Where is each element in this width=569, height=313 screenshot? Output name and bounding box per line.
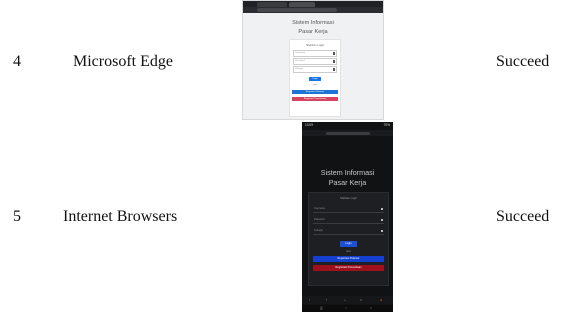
user-icon	[381, 207, 383, 210]
home-button-icon: ○	[345, 306, 347, 310]
battery-level: 70%	[383, 123, 390, 127]
password-field: Password	[293, 58, 337, 65]
user-icon	[381, 229, 383, 232]
system-nav-bar	[302, 305, 393, 312]
test-result: Succeed	[496, 53, 550, 70]
register-seeker-button: Registrasi Pelamar	[292, 90, 338, 94]
mobile-screenshot: 13:09 70% Sistem Informasi Pasar Kerja S…	[302, 122, 393, 312]
back-button-icon: <	[370, 306, 372, 310]
field-placeholder: Password	[314, 218, 325, 221]
row-number: 5	[13, 208, 21, 225]
username-field: Username	[313, 206, 384, 213]
tabs-icon: □	[360, 298, 363, 302]
login-card: Silahkan Login Username Password Sebagai…	[289, 39, 341, 117]
login-card-title: Silahkan Login	[305, 43, 325, 47]
row-number: 4	[13, 53, 21, 70]
or-label: atau	[312, 84, 318, 86]
browser-name: Internet Browsers	[63, 208, 178, 225]
url-field	[326, 131, 370, 135]
back-icon: ‹	[309, 298, 311, 302]
field-placeholder: Sebagai	[314, 229, 323, 232]
password-field: Password	[313, 217, 384, 224]
login-card: Silahkan Login Username Password Sebagai…	[308, 192, 389, 286]
login-button: Login	[340, 241, 357, 247]
field-placeholder: Password	[295, 59, 305, 62]
user-icon	[333, 52, 335, 55]
status-bar: 13:09 70%	[302, 122, 393, 130]
lock-icon	[381, 218, 383, 221]
login-button: Login	[309, 77, 321, 81]
forward-icon: ›	[326, 298, 328, 302]
status-time: 13:09	[305, 123, 313, 127]
field-placeholder: Username	[295, 51, 306, 54]
role-select: Sebagai	[313, 228, 384, 235]
home-icon: ⌂	[344, 298, 347, 302]
page-title: Sistem Informasi	[292, 20, 334, 26]
edge-screenshot: Sistem Informasi Pasar Kerja Silahkan Lo…	[242, 0, 384, 120]
browser-name: Microsoft Edge	[73, 53, 173, 70]
lock-icon	[333, 60, 335, 63]
or-label: atau	[346, 250, 351, 253]
menu-icon: ●	[380, 298, 383, 302]
field-placeholder: Username	[314, 207, 326, 210]
role-select: Sebagai	[293, 66, 337, 73]
field-placeholder: Sebagai	[295, 67, 304, 70]
register-seeker-button: Registrasi Pelamar	[313, 256, 384, 262]
register-company-button: Registrasi Perusahaan	[292, 97, 338, 101]
user-icon	[333, 68, 335, 71]
recents-icon: |||	[320, 306, 323, 310]
page-subtitle: Pasar Kerja	[298, 29, 328, 35]
test-result: Succeed	[496, 208, 550, 225]
page-subtitle: Pasar Kerja	[328, 178, 367, 187]
login-card-title: Silahkan Login	[339, 197, 358, 200]
url-field	[257, 8, 337, 12]
register-company-button: Registrasi Perusahaan	[313, 265, 384, 271]
username-field: Username	[293, 50, 337, 57]
page-title: Sistem Informasi	[320, 168, 375, 177]
